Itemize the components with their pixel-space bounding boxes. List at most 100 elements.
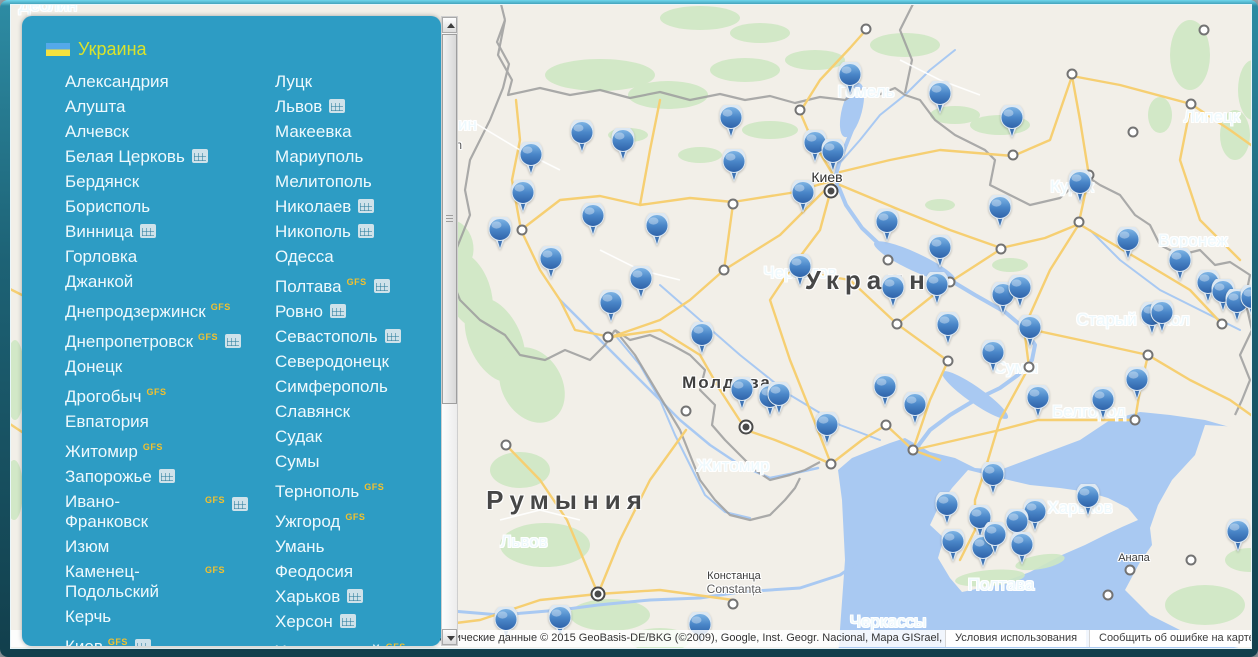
scroll-up-button[interactable] [442, 17, 457, 33]
city-item[interactable]: Бердянск [65, 172, 275, 192]
terms-link[interactable]: Условия использования [946, 630, 1086, 647]
city-name[interactable]: Днепродзержинск [65, 302, 206, 321]
city-item[interactable]: Симферополь [275, 377, 441, 397]
scroll-down-button[interactable] [442, 629, 457, 645]
map-pin[interactable] [820, 139, 846, 173]
map-pin[interactable] [610, 128, 636, 162]
map-pin[interactable] [924, 272, 950, 306]
calendar-icon[interactable] [232, 497, 248, 511]
city-name[interactable]: Мелитополь [275, 172, 372, 191]
city-item[interactable]: Мелитополь [275, 172, 441, 192]
city-name[interactable]: Ужгород [275, 512, 340, 531]
city-name[interactable]: Северодонецк [275, 352, 389, 371]
map-pin[interactable] [934, 492, 960, 526]
city-name[interactable]: Алчевск [65, 122, 129, 141]
map-pin[interactable] [1025, 385, 1051, 419]
map-pin[interactable] [814, 412, 840, 446]
city-item[interactable]: Луцк [275, 72, 441, 92]
city-item[interactable]: Северодонецк [275, 352, 441, 372]
city-name[interactable]: Донецк [65, 357, 122, 376]
city-name[interactable]: Полтава [275, 277, 342, 296]
city-name[interactable]: Симферополь [275, 377, 388, 396]
city-name[interactable]: Джанкой [65, 272, 133, 291]
calendar-icon[interactable] [225, 334, 241, 348]
city-name[interactable]: Житомир [65, 442, 138, 461]
map-pin[interactable] [837, 62, 863, 96]
calendar-icon[interactable] [347, 589, 363, 603]
map-pin[interactable] [927, 81, 953, 115]
map-pin[interactable] [787, 254, 813, 288]
city-item[interactable]: Умань [275, 537, 441, 557]
map-pin[interactable] [628, 266, 654, 300]
map-pin[interactable] [980, 462, 1006, 496]
map-pin[interactable] [1115, 227, 1141, 261]
map-pin[interactable] [766, 382, 792, 416]
city-name[interactable]: Судак [275, 427, 322, 446]
map-pin[interactable] [927, 235, 953, 269]
map-pin[interactable] [872, 374, 898, 408]
city-name[interactable]: Умань [275, 537, 324, 556]
city-item[interactable]: ЖитомирGFS [65, 437, 275, 462]
city-item[interactable]: ДнепродзержинскGFS [65, 297, 275, 322]
city-name[interactable]: Белая Церковь [65, 147, 185, 166]
city-item[interactable]: Винница [65, 222, 275, 242]
map-pin[interactable] [935, 312, 961, 346]
map-pin[interactable] [1009, 532, 1035, 566]
map-pin[interactable] [940, 529, 966, 563]
city-name[interactable]: Ивано-Франковск [65, 492, 148, 531]
city-item[interactable]: Мариуполь [275, 147, 441, 167]
city-name[interactable]: Николаев [275, 197, 351, 216]
city-name[interactable]: Александрия [65, 72, 169, 91]
calendar-icon[interactable] [358, 224, 374, 238]
city-item[interactable]: Харьков [275, 587, 441, 607]
report-error-link[interactable]: Сообщить об ошибке на карте [1090, 630, 1252, 647]
city-item[interactable]: Алчевск [65, 122, 275, 142]
map-pin[interactable] [538, 246, 564, 280]
city-name[interactable]: Славянск [275, 402, 350, 421]
map-pin[interactable] [510, 180, 536, 214]
map-pin[interactable] [1075, 484, 1101, 518]
map-pin[interactable] [569, 120, 595, 154]
city-item[interactable]: Сумы [275, 452, 441, 472]
map-pin[interactable] [880, 275, 906, 309]
city-item[interactable]: Изюм [65, 537, 275, 557]
map-pin[interactable] [1149, 300, 1175, 334]
city-item[interactable]: Александрия [65, 72, 275, 92]
calendar-icon[interactable] [385, 329, 401, 343]
city-name[interactable]: Харьков [275, 587, 340, 606]
city-item[interactable]: Керчь [65, 607, 275, 627]
city-name[interactable]: Тернополь [275, 482, 359, 501]
city-item[interactable]: Горловка [65, 247, 275, 267]
map-pin[interactable] [1067, 170, 1093, 204]
map-pin[interactable] [1225, 519, 1251, 553]
map-pin[interactable] [598, 290, 624, 324]
city-name[interactable]: Горловка [65, 247, 137, 266]
city-name[interactable]: Севастополь [275, 327, 378, 346]
city-name[interactable]: Евпатория [65, 412, 149, 431]
city-item[interactable]: Борисполь [65, 197, 275, 217]
map-pin[interactable] [982, 522, 1008, 556]
map-pin[interactable] [980, 340, 1006, 374]
calendar-icon[interactable] [374, 279, 390, 293]
map-pin[interactable] [689, 322, 715, 356]
calendar-icon[interactable] [329, 99, 345, 113]
map-pin[interactable] [999, 105, 1025, 139]
map-pin[interactable] [729, 377, 755, 411]
city-item[interactable]: Запорожье [65, 467, 275, 487]
calendar-icon[interactable] [330, 304, 346, 318]
city-name[interactable]: Каменец-Подольский [65, 562, 159, 601]
map-pin[interactable] [721, 149, 747, 183]
city-item[interactable]: Алушта [65, 97, 275, 117]
city-name[interactable]: Никополь [275, 222, 351, 241]
map-pin[interactable] [518, 142, 544, 176]
map-pin[interactable] [1017, 315, 1043, 349]
city-item[interactable]: Каменец-ПодольскийGFS [65, 562, 275, 602]
map-pin[interactable] [718, 105, 744, 139]
city-name[interactable]: Алушта [65, 97, 125, 116]
map-pin[interactable] [790, 180, 816, 214]
city-item[interactable]: Ивано-ФранковскGFS [65, 492, 275, 532]
city-name[interactable]: Бердянск [65, 172, 139, 191]
city-name[interactable]: Днепропетровск [65, 332, 193, 351]
map-pin[interactable] [580, 203, 606, 237]
city-item[interactable]: Никополь [275, 222, 441, 242]
